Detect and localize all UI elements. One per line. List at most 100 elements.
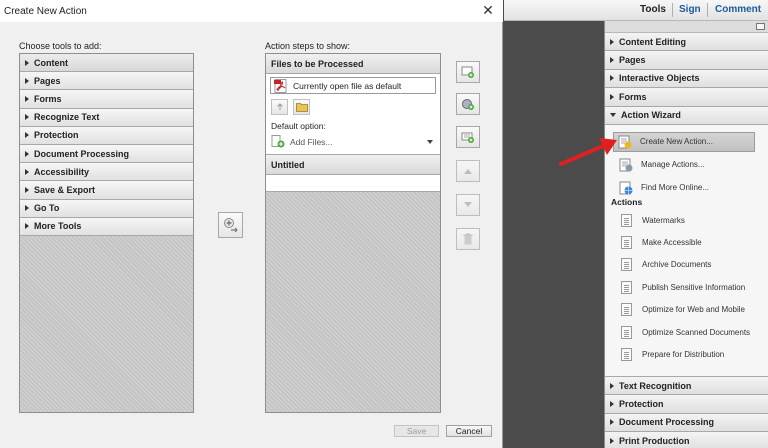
folder-icon [295, 103, 308, 112]
upload-icon [276, 103, 283, 110]
action-label: Publish Sensitive Information [642, 283, 746, 293]
tool-pages[interactable]: Pages [20, 72, 193, 91]
arrow-up-icon [464, 169, 472, 174]
action-label: Archive Documents [642, 260, 712, 270]
section-text-recognition[interactable]: Text Recognition [605, 376, 768, 396]
action-archive-documents[interactable]: Archive Documents [615, 255, 755, 275]
find-more-online-item[interactable]: Find More Online... [615, 178, 753, 198]
file-source-field[interactable]: Currently open file as default [270, 77, 436, 94]
tool-label: Content [34, 57, 68, 68]
add-step-button[interactable] [218, 212, 243, 238]
section-label: Print Production [619, 435, 690, 446]
add-instruction-icon [461, 132, 474, 143]
action-label: Optimize for Web and Mobile [642, 305, 746, 315]
section-protection[interactable]: Protection [605, 395, 768, 414]
action-optimize-scanned[interactable]: Optimize Scanned Documents [615, 323, 755, 343]
action-prepare-distribution[interactable]: Prepare for Distribution [615, 345, 755, 365]
action-wizard-body: Create New Action... Manage Actions... F… [605, 124, 768, 377]
create-new-action-item[interactable]: Create New Action... [613, 131, 755, 152]
upload-button[interactable] [271, 99, 288, 115]
section-action-wizard[interactable]: Action Wizard [605, 106, 768, 125]
untitled-step-header[interactable]: Untitled [266, 155, 440, 175]
section-document-processing[interactable]: Document Processing [605, 413, 768, 433]
save-button[interactable]: Save [394, 425, 439, 437]
insert-panel-icon [461, 66, 474, 78]
default-option-label: Default option: [271, 121, 326, 131]
panel-options-icon[interactable] [756, 23, 765, 30]
move-down-button[interactable] [456, 194, 480, 216]
tool-label: Go To [34, 203, 60, 214]
section-pages[interactable]: Pages [605, 51, 768, 70]
tool-forms[interactable]: Forms [20, 90, 193, 109]
tool-label: Document Processing [34, 148, 130, 159]
item-label: Create New Action... [640, 137, 713, 147]
section-label: Interactive Objects [619, 73, 700, 84]
files-panel: Currently open file as default Default o… [266, 74, 440, 155]
actions-label: Actions [611, 196, 643, 207]
trash-icon [463, 233, 473, 245]
insert-step-button[interactable] [456, 93, 480, 115]
chevron-right-icon [610, 437, 614, 444]
chevron-right-icon [25, 205, 29, 212]
manage-actions-item[interactable]: Manage Actions... [615, 155, 753, 175]
tools-label: Choose tools to add: [19, 41, 102, 51]
tool-label: Pages [34, 75, 61, 86]
add-files-icon [271, 135, 285, 148]
insert-step-icon [462, 98, 474, 110]
tool-content[interactable]: Content [20, 54, 193, 73]
action-watermarks[interactable]: Watermarks [615, 211, 755, 231]
create-action-icon [618, 135, 632, 149]
section-content-editing[interactable]: Content Editing [605, 33, 768, 52]
section-interactive-objects[interactable]: Interactive Objects [605, 69, 768, 89]
section-label: Protection [619, 399, 664, 410]
chevron-down-icon [610, 113, 616, 118]
add-instruction-button[interactable] [456, 126, 480, 148]
tab-comment[interactable]: Comment [715, 4, 761, 15]
close-icon[interactable]: ✕ [481, 3, 495, 17]
chevron-right-icon [610, 382, 614, 389]
tool-protection[interactable]: Protection [20, 126, 193, 145]
tool-save-export[interactable]: Save & Export [20, 181, 193, 200]
chevron-right-icon [610, 57, 614, 64]
dropdown-arrow-icon [427, 139, 433, 144]
section-label: Pages [619, 55, 646, 66]
tool-label: Forms [34, 93, 62, 104]
untitled-step-body [266, 175, 440, 192]
section-label: Forms [619, 91, 647, 102]
section-label: Document Processing [619, 417, 715, 428]
tool-recognize-text[interactable]: Recognize Text [20, 108, 193, 127]
tool-more-tools[interactable]: More Tools [20, 217, 193, 236]
chevron-right-icon [610, 38, 614, 45]
chevron-right-icon [610, 75, 614, 82]
action-optimize-web-mobile[interactable]: Optimize for Web and Mobile [615, 300, 755, 320]
chevron-right-icon [610, 93, 614, 100]
tools-panel: Content Editing Pages Interactive Object… [604, 21, 768, 448]
tab-tools[interactable]: Tools [640, 4, 666, 15]
chevron-right-icon [25, 114, 29, 121]
tab-sign[interactable]: Sign [679, 4, 701, 15]
action-make-accessible[interactable]: Make Accessible [615, 233, 755, 253]
insert-panel-button[interactable] [456, 61, 480, 83]
action-file-icon [621, 348, 632, 362]
tool-accessibility[interactable]: Accessibility [20, 163, 193, 182]
add-files-dropdown[interactable]: Add Files... [271, 134, 437, 149]
arrow-down-icon [464, 202, 472, 207]
section-label: Text Recognition [619, 380, 692, 391]
add-arrow-icon [223, 218, 238, 233]
move-up-button[interactable] [456, 160, 480, 182]
action-file-icon [621, 303, 632, 317]
section-forms[interactable]: Forms [605, 88, 768, 107]
section-print-production[interactable]: Print Production [605, 432, 768, 448]
tools-list: Content Pages Forms Recognize Text Prote… [19, 53, 194, 413]
delete-step-button[interactable] [456, 228, 480, 250]
action-publish-sensitive[interactable]: Publish Sensitive Information [615, 278, 755, 298]
open-folder-button[interactable] [293, 99, 310, 115]
top-toolbar: Tools Sign Comment [504, 0, 768, 21]
cancel-button[interactable]: Cancel [446, 425, 492, 437]
chevron-right-icon [25, 150, 29, 157]
chevron-right-icon [610, 401, 614, 408]
action-label: Make Accessible [642, 238, 702, 248]
tool-go-to[interactable]: Go To [20, 199, 193, 218]
chevron-right-icon [25, 59, 29, 66]
tool-document-processing[interactable]: Document Processing [20, 144, 193, 164]
